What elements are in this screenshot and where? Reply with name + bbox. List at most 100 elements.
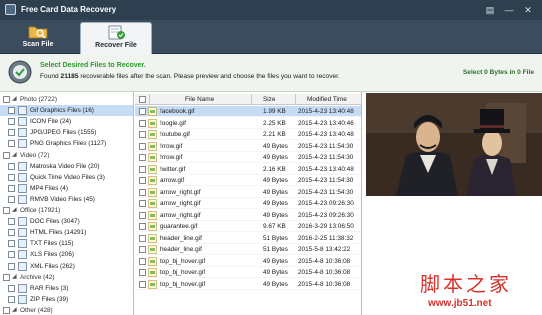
tree-checkbox[interactable] [8, 229, 15, 237]
file-checkbox[interactable] [139, 131, 146, 138]
file-checkbox[interactable] [139, 269, 146, 276]
file-checkbox[interactable] [139, 257, 146, 265]
column-file-name[interactable]: File Name [185, 96, 214, 103]
tree-checkbox[interactable] [8, 118, 15, 126]
close-icon[interactable]: ✕ [521, 3, 535, 17]
tree-item[interactable]: XLS Files (206) [0, 249, 133, 260]
file-name: top_bj_hover.gif [160, 280, 206, 288]
tree-item[interactable]: PNG Graphics Files (1127) [0, 138, 133, 149]
tree-checkbox[interactable] [8, 262, 15, 270]
tree-checkbox[interactable] [8, 240, 15, 248]
tree-checkbox[interactable] [8, 251, 15, 259]
tree-checkbox[interactable] [8, 107, 15, 115]
tree-checkbox[interactable] [8, 195, 15, 203]
xml-icon [18, 261, 27, 271]
tree-checkbox[interactable] [3, 96, 10, 103]
tree-checkbox[interactable] [3, 273, 10, 281]
file-checkbox[interactable] [139, 234, 146, 242]
tree-item[interactable]: ZIP Files (39) [0, 294, 133, 305]
tree-category[interactable]: ◢ Archive (42) [0, 272, 133, 283]
tree-category[interactable]: ◢ Office (17921) [0, 205, 133, 216]
tree-item[interactable]: RMVB Video Files (45) [0, 194, 133, 205]
tree-item[interactable]: XML Files (262) [0, 261, 133, 272]
file-checkbox[interactable] [139, 223, 146, 230]
tree-checkbox[interactable] [3, 306, 10, 314]
file-checkbox[interactable] [139, 142, 146, 150]
file-checkbox[interactable] [139, 246, 146, 253]
collapse-arrow-icon[interactable]: ◢ [12, 272, 17, 283]
gif-file-icon [148, 279, 157, 289]
tree-checkbox[interactable] [8, 295, 15, 303]
file-size: 49 Bytes [263, 177, 288, 184]
file-checkbox[interactable] [139, 177, 146, 184]
tree-item[interactable]: HTML Files (14291) [0, 227, 133, 238]
file-checkbox[interactable] [139, 211, 146, 219]
file-row[interactable]: top_bj_hover.gif 49 Bytes 2015-4-8 10:36:0… [135, 256, 361, 267]
file-row[interactable]: arrow_right.gif 49 Bytes 2015-4-23 09:26:3… [135, 198, 361, 209]
tree-item[interactable]: DOC Files (3047) [0, 216, 133, 227]
gif-file-icon [148, 164, 157, 174]
tree-item[interactable]: RAR Files (3) [0, 283, 133, 294]
file-row[interactable]: !rrow.gif 49 Bytes 2015-4-23 11:54:30 [135, 152, 361, 163]
gif-file-icon [148, 153, 157, 162]
file-size: 9.67 KB [263, 223, 286, 230]
tree-checkbox[interactable] [8, 284, 15, 292]
tree-checkbox[interactable] [8, 162, 15, 170]
tree-checkbox[interactable] [8, 184, 15, 192]
tree-checkbox[interactable] [3, 151, 10, 159]
tree-item[interactable]: MP4 Files (4) [0, 183, 133, 194]
tab-scan-file[interactable]: Scan File [2, 22, 74, 54]
file-row[interactable]: !acebook.gif 1.99 KB 2015-4-23 13:40:48 [135, 106, 361, 117]
file-checkbox[interactable] [139, 280, 146, 288]
select-all-checkbox[interactable] [139, 96, 146, 103]
file-modified-time: 2015-4-8 10:36:08 [298, 269, 351, 276]
file-checkbox[interactable] [139, 200, 146, 207]
file-row[interactable]: header_line.gif 51 Bytes 2015-5-8 13:42:22 [135, 244, 361, 255]
found-count: 21185 [60, 73, 79, 80]
file-row[interactable]: guarantee.gif 9.67 KB 2016-3-29 13:06:50 [135, 221, 361, 232]
file-checkbox[interactable] [139, 154, 146, 161]
file-row[interactable]: arrow.gif 49 Bytes 2015-4-23 11:54:30 [135, 175, 361, 186]
file-checkbox[interactable] [139, 119, 146, 127]
collapse-arrow-icon[interactable]: ◢ [12, 305, 17, 315]
collapse-arrow-icon[interactable]: ◢ [12, 94, 17, 105]
tree-label: Gif Graphics Files (16) [30, 107, 94, 115]
column-size[interactable]: Size [263, 96, 275, 103]
minimize-icon[interactable]: — [502, 3, 516, 17]
file-row[interactable]: top_bj_hover.gif 49 Bytes 2015-4-8 10:36:0… [135, 279, 361, 290]
column-modified-time[interactable]: Modified Time [307, 96, 347, 103]
gif-file-icon [148, 118, 157, 128]
file-row[interactable]: !oogle.gif 2.25 KB 2015-4-23 13:40:46 [135, 118, 361, 129]
collapse-arrow-icon[interactable]: ◢ [12, 150, 17, 161]
tree-checkbox[interactable] [3, 207, 10, 214]
tree-item[interactable]: Quick Time Video Files (3) [0, 172, 133, 183]
tree-checkbox[interactable] [8, 218, 15, 226]
file-row[interactable]: !outube.gif 2.21 KB 2015-4-23 13:40:48 [135, 129, 361, 140]
tree-checkbox[interactable] [8, 129, 15, 137]
tree-label: TXT Files (115) [30, 240, 74, 248]
tree-category[interactable]: ◢ Other (428) [0, 305, 133, 315]
file-checkbox[interactable] [139, 108, 146, 115]
tree-label: ICON File (24) [30, 118, 72, 126]
file-row[interactable]: !rrow.gif 49 Bytes 2015-4-23 11:54:30 [135, 141, 361, 152]
file-row[interactable]: header_line.gif 51 Bytes 2016-2-25 11:38:3… [135, 233, 361, 244]
tree-label: HTML Files (14291) [30, 229, 87, 237]
tree-item[interactable]: Matroska Video File (20) [0, 161, 133, 172]
tree-category[interactable]: ◢ Video (72) [0, 150, 133, 161]
file-row[interactable]: arrow_right.gif 49 Bytes 2015-4-23 09:26:3… [135, 210, 361, 221]
tree-item[interactable]: JPG/JPEG Files (1555) [0, 127, 133, 138]
tree-checkbox[interactable] [8, 173, 15, 181]
tree-checkbox[interactable] [8, 140, 15, 148]
tree-item[interactable]: ICON File (24) [0, 116, 133, 127]
menu-icon[interactable]: ▤ [483, 3, 497, 17]
file-row[interactable]: top_bj_hover.gif 49 Bytes 2015-4-8 10:36:0… [135, 267, 361, 278]
file-row[interactable]: !witter.gif 2.16 KB 2015-4-23 13:40:48 [135, 164, 361, 175]
file-row[interactable]: arrow_right.gif 49 Bytes 2015-4-23 11:54:3… [135, 187, 361, 198]
file-checkbox[interactable] [139, 188, 146, 196]
tab-recover-file[interactable]: Recover File [80, 22, 152, 54]
tree-item[interactable]: Gif Graphics Files (16) [0, 105, 133, 117]
tree-item[interactable]: TXT Files (115) [0, 238, 133, 249]
file-checkbox[interactable] [139, 165, 146, 173]
tree-category[interactable]: ◢ Photo (2722) [0, 94, 133, 105]
collapse-arrow-icon[interactable]: ◢ [12, 205, 17, 216]
